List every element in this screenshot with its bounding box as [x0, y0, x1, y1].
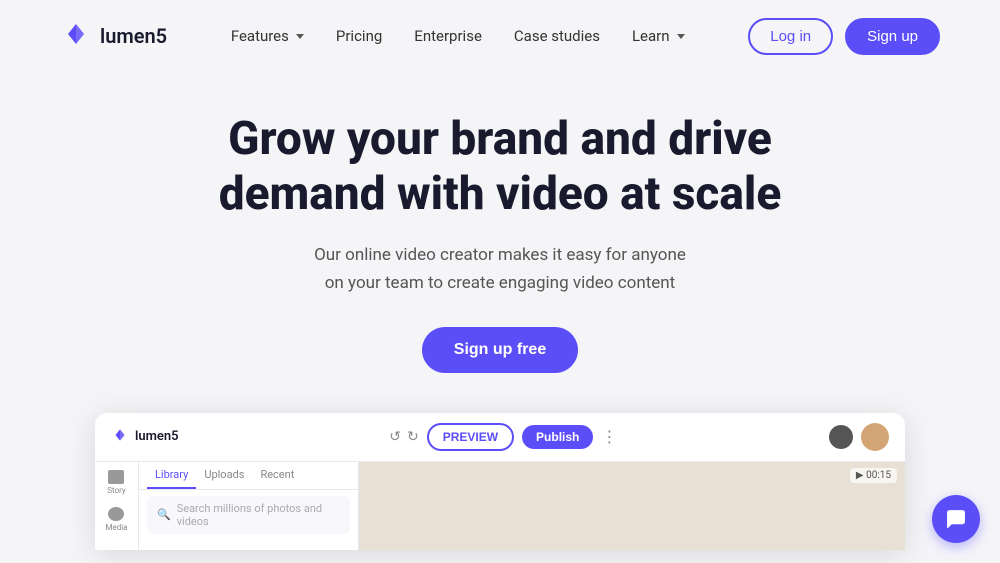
nav-links: Features Pricing Enterprise Case studies… — [231, 27, 685, 45]
hero-cta-button[interactable]: Sign up free — [422, 327, 578, 373]
user-avatar — [861, 423, 889, 451]
login-button[interactable]: Log in — [748, 18, 833, 55]
app-logo-text: lumen5 — [135, 429, 179, 444]
app-topbar-center: ↺ ↻ PREVIEW Publish ⋮ — [389, 423, 618, 451]
tab-library[interactable]: Library — [147, 462, 196, 489]
tab-uploads[interactable]: Uploads — [196, 462, 252, 489]
chat-icon — [945, 508, 967, 530]
hero-subtitle: Our online video creator makes it easy f… — [314, 242, 686, 296]
signup-button[interactable]: Sign up — [845, 18, 940, 55]
nav-actions: Log in Sign up — [748, 18, 940, 55]
undo-icon[interactable]: ↺ — [389, 429, 401, 445]
tab-recent[interactable]: Recent — [252, 462, 302, 489]
app-body: Story Media Library Uploads Recent 🔍 Sea… — [95, 462, 905, 550]
canvas-timer: ▶ 00:15 — [850, 468, 897, 483]
hero-section: Grow your brand and drive demand with vi… — [0, 72, 1000, 413]
publish-button[interactable]: Publish — [522, 425, 593, 449]
story-icon — [108, 470, 124, 484]
panel-tabs: Library Uploads Recent — [139, 462, 358, 490]
chat-bubble[interactable] — [932, 495, 980, 543]
logo-text: lumen5 — [100, 24, 167, 48]
nav-case-studies[interactable]: Case studies — [514, 27, 600, 45]
lumen5-logo-icon — [60, 18, 92, 54]
more-options-icon[interactable]: ⋮ — [601, 427, 618, 446]
nav-features[interactable]: Features — [231, 27, 304, 45]
media-icon — [108, 507, 124, 521]
preview-button[interactable]: PREVIEW — [427, 423, 514, 451]
navbar: lumen5 Features Pricing Enterprise Case … — [0, 0, 1000, 72]
search-placeholder-text: Search millions of photos and videos — [177, 502, 340, 528]
app-left-panel: Library Uploads Recent 🔍 Search millions… — [139, 462, 359, 550]
user-avatar-small — [829, 425, 853, 449]
nav-enterprise[interactable]: Enterprise — [414, 27, 482, 45]
app-topbar-right — [829, 423, 889, 451]
app-logo-icon — [111, 426, 129, 448]
logo-area[interactable]: lumen5 — [60, 18, 167, 54]
app-sidebar-icons: Story Media — [95, 462, 139, 550]
app-logo-area: lumen5 — [111, 426, 179, 448]
hero-title: Grow your brand and drive demand with vi… — [219, 112, 782, 222]
sidebar-media-item[interactable]: Media — [105, 507, 127, 532]
sidebar-story-item[interactable]: Story — [107, 470, 125, 495]
learn-chevron-icon — [677, 34, 685, 39]
panel-search[interactable]: 🔍 Search millions of photos and videos — [147, 496, 350, 534]
features-chevron-icon — [296, 34, 304, 39]
nav-learn[interactable]: Learn — [632, 27, 685, 45]
app-topbar: lumen5 ↺ ↻ PREVIEW Publish ⋮ — [95, 413, 905, 462]
redo-icon[interactable]: ↻ — [407, 429, 419, 445]
app-preview: lumen5 ↺ ↻ PREVIEW Publish ⋮ Story M — [95, 413, 905, 550]
search-icon: 🔍 — [157, 508, 171, 521]
nav-pricing[interactable]: Pricing — [336, 27, 382, 45]
app-main-canvas: ▶ 00:15 — [359, 462, 905, 550]
undo-redo-controls: ↺ ↻ — [389, 429, 418, 445]
